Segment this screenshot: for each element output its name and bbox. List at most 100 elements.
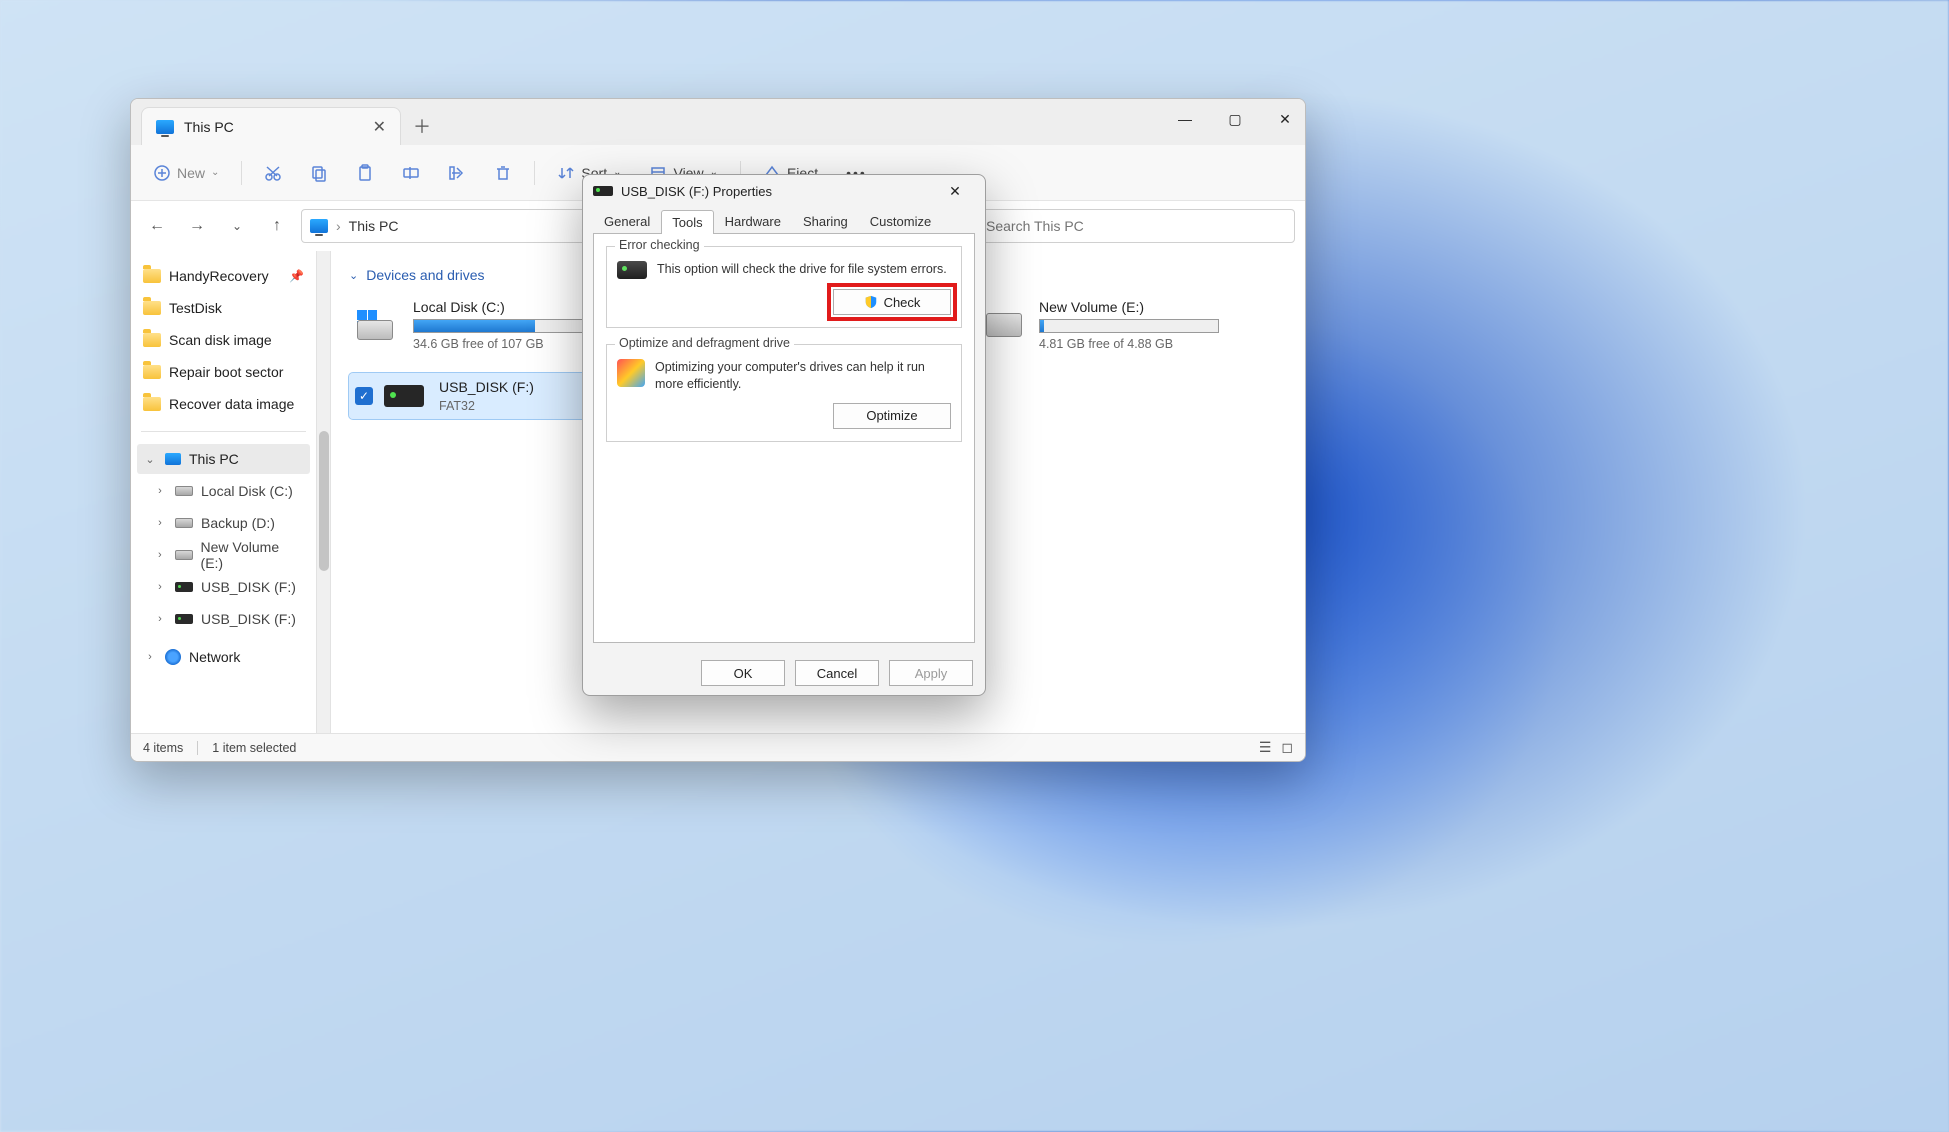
new-label: New xyxy=(177,165,205,181)
nav-drive-item[interactable]: › USB_DISK (F:) xyxy=(137,572,310,602)
copy-button[interactable] xyxy=(300,155,338,191)
separator xyxy=(141,431,306,432)
dialog-footer: OK Cancel Apply xyxy=(583,651,985,695)
nav-drive-item[interactable]: › USB_DISK (F:) xyxy=(137,604,310,634)
optimize-button[interactable]: Optimize xyxy=(833,403,951,429)
nav-drive-item[interactable]: › Local Disk (C:) xyxy=(137,476,310,506)
drive-name: New Volume (E:) xyxy=(1039,299,1219,315)
optimize-button-label: Optimize xyxy=(866,408,917,423)
tab-tools[interactable]: Tools xyxy=(661,210,713,234)
nav-recent-button[interactable]: ⌄ xyxy=(221,210,253,242)
breadcrumb-this-pc[interactable]: This PC xyxy=(349,218,399,234)
dialog-tabs: General Tools Hardware Sharing Customize xyxy=(583,207,985,233)
nav-label: USB_DISK (F:) xyxy=(201,611,296,627)
dialog-titlebar: USB_DISK (F:) Properties ✕ xyxy=(583,175,985,207)
chevron-right-icon: › xyxy=(153,613,167,625)
details-view-icon[interactable]: ☰ xyxy=(1259,739,1272,756)
navigation-pane: HandyRecovery📌 TestDisk Scan disk image … xyxy=(131,251,317,733)
paste-icon xyxy=(356,164,374,182)
nav-label: Backup (D:) xyxy=(201,515,275,531)
usb-drive-icon xyxy=(593,186,613,196)
delete-button[interactable] xyxy=(484,155,522,191)
drive-icon xyxy=(175,550,193,560)
ok-button[interactable]: OK xyxy=(701,660,785,686)
groupbox-title: Error checking xyxy=(615,238,704,252)
chevron-right-icon: › xyxy=(153,581,167,593)
tab-sharing[interactable]: Sharing xyxy=(792,209,859,233)
nav-label: New Volume (E:) xyxy=(201,539,304,571)
folder-icon xyxy=(143,365,161,379)
dialog-close-button[interactable]: ✕ xyxy=(935,177,975,205)
drive-icon xyxy=(175,518,193,528)
separator xyxy=(241,161,242,185)
drive-info: 4.81 GB free of 4.88 GB xyxy=(1039,337,1219,351)
tab-title: This PC xyxy=(184,119,234,135)
nav-drive-item[interactable]: ›Backup (D:) xyxy=(137,508,310,538)
folder-icon xyxy=(143,301,161,315)
nav-back-button[interactable]: ← xyxy=(141,210,173,242)
status-item-count: 4 items xyxy=(143,741,183,755)
nav-forward-button[interactable]: → xyxy=(181,210,213,242)
quick-access-item[interactable]: Scan disk image xyxy=(137,325,310,355)
usb-drive-icon xyxy=(175,614,193,624)
apply-button[interactable]: Apply xyxy=(889,660,973,686)
check-button-label: Check xyxy=(884,295,921,310)
sort-icon xyxy=(557,164,575,182)
nav-label: Network xyxy=(189,649,240,665)
nav-network[interactable]: ›Network xyxy=(137,642,310,672)
error-check-description: This option will check the drive for fil… xyxy=(657,261,951,278)
cut-button[interactable] xyxy=(254,155,292,191)
quick-access-item[interactable]: HandyRecovery📌 xyxy=(137,261,310,291)
maximize-button[interactable]: ▢ xyxy=(1221,105,1249,133)
this-pc-icon xyxy=(156,120,174,134)
copy-icon xyxy=(310,164,328,182)
share-button[interactable] xyxy=(438,155,476,191)
tab-general[interactable]: General xyxy=(593,209,661,233)
nav-this-pc[interactable]: ⌄ This PC xyxy=(137,444,310,474)
tab-close-icon[interactable]: ✕ xyxy=(373,117,386,137)
nav-drive-item[interactable]: ›New Volume (E:) xyxy=(137,540,310,570)
drive-filesystem: FAT32 xyxy=(439,399,534,413)
quick-access-item[interactable]: TestDisk xyxy=(137,293,310,323)
nav-label: This PC xyxy=(189,451,239,467)
folder-icon xyxy=(143,333,161,347)
folder-icon xyxy=(143,397,161,411)
check-button[interactable]: Check xyxy=(833,289,951,315)
tab-customize[interactable]: Customize xyxy=(859,209,942,233)
quick-access-item[interactable]: Repair boot sector xyxy=(137,357,310,387)
defragment-icon xyxy=(617,359,645,387)
chevron-down-icon: ⌄ xyxy=(211,167,219,178)
tab-hardware[interactable]: Hardware xyxy=(714,209,792,233)
search-input[interactable] xyxy=(975,209,1295,243)
cancel-button[interactable]: Cancel xyxy=(795,660,879,686)
nav-scrollbar[interactable] xyxy=(317,251,331,733)
rename-button[interactable] xyxy=(392,155,430,191)
nav-label: Local Disk (C:) xyxy=(201,483,293,499)
window-tab-this-pc[interactable]: This PC ✕ xyxy=(141,107,401,145)
chevron-right-icon: › xyxy=(153,485,167,497)
add-tab-button[interactable]: ＋ xyxy=(407,111,437,141)
share-icon xyxy=(448,164,466,182)
status-bar: 4 items 1 item selected ☰ ◻ xyxy=(131,733,1305,761)
paste-button[interactable] xyxy=(346,155,384,191)
quick-access-item[interactable]: Recover data image xyxy=(137,389,310,419)
status-selection: 1 item selected xyxy=(212,741,296,755)
usb-drive-icon xyxy=(381,380,427,412)
scissors-icon xyxy=(264,164,282,182)
group-header-label: Devices and drives xyxy=(366,267,484,283)
nav-up-button[interactable]: ↑ xyxy=(261,210,293,242)
capacity-bar xyxy=(1039,319,1219,333)
nav-label: USB_DISK (F:) xyxy=(201,579,296,595)
tiles-view-icon[interactable]: ◻ xyxy=(1281,739,1293,756)
new-button[interactable]: New ⌄ xyxy=(143,155,229,191)
drive-name: Local Disk (C:) xyxy=(413,299,593,315)
chevron-down-icon: ⌄ xyxy=(143,453,157,466)
close-button[interactable]: ✕ xyxy=(1271,105,1299,133)
dialog-body: Error checking This option will check th… xyxy=(593,233,975,643)
rename-icon xyxy=(402,164,420,182)
os-drive-icon xyxy=(355,309,401,341)
minimize-button[interactable]: ― xyxy=(1171,105,1199,133)
scrollbar-thumb[interactable] xyxy=(319,431,329,571)
drive-item-new-volume-e[interactable]: New Volume (E:) 4.81 GB free of 4.88 GB xyxy=(975,293,1265,357)
drive-icon xyxy=(175,486,193,496)
